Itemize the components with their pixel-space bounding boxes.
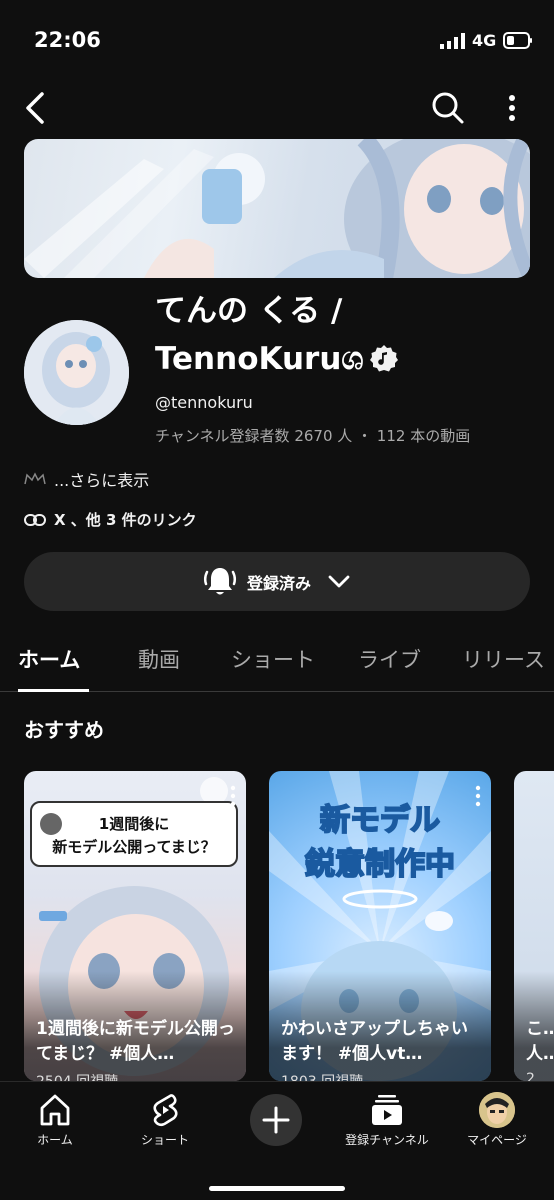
crown-icon xyxy=(24,472,46,485)
banner-artwork xyxy=(24,139,530,278)
short-card[interactable]: 新モデル 鋭意制作中 かわいさアップしちゃいます！ #個人vt… 1803 回視… xyxy=(269,771,491,1081)
music-verified-icon xyxy=(369,344,398,371)
signal-icon xyxy=(440,33,465,49)
user-avatar-image xyxy=(479,1092,515,1128)
more-options-icon[interactable] xyxy=(494,88,530,128)
section-title: おすすめ xyxy=(24,718,104,742)
nav-shorts-label: ショート xyxy=(140,1133,189,1147)
channel-name: てんの くる / TennoKuruශ xyxy=(155,287,515,383)
channel-links[interactable]: X 、他 3 件のリンク xyxy=(24,509,197,530)
short-title: かわいさアップしちゃいます！ #個人vt… xyxy=(281,1019,468,1064)
shorts-icon xyxy=(153,1094,178,1127)
short-overlay-text: 1週間後に 新モデル公開ってまじ？ xyxy=(52,815,216,856)
short-views: 1803 回視聴 xyxy=(281,1071,363,1081)
battery-icon xyxy=(503,32,532,49)
short-title: 1週間後に新モデル公開ってまじ？ #個人… xyxy=(36,1019,235,1064)
avatar-image xyxy=(24,320,129,425)
avatar xyxy=(479,1092,515,1128)
description-text: ...さらに表示 xyxy=(54,471,150,490)
nav-shorts[interactable]: ショート xyxy=(110,1092,220,1148)
active-tab-indicator xyxy=(18,689,89,692)
tab-releases[interactable]: リリース xyxy=(462,644,545,674)
shorts-shelf: 1週間後に 新モデル公開ってまじ？ 1週間後に新モデル公開ってまじ？ #個人… … xyxy=(0,771,554,1081)
nav-subscriptions-label: 登録チャンネル xyxy=(345,1133,429,1147)
status-time: 22:06 xyxy=(34,28,101,52)
tab-videos[interactable]: 動画 xyxy=(138,644,180,674)
subscribed-button[interactable]: 登録済み xyxy=(24,552,530,611)
channel-description[interactable]: ...さらに表示 xyxy=(24,467,149,491)
status-bar: 22:06 4G xyxy=(0,0,554,80)
chevron-down-icon xyxy=(328,575,350,587)
channel-avatar[interactable] xyxy=(24,320,129,425)
home-indicator xyxy=(209,1186,345,1191)
short-views: 2504 回視聴 xyxy=(36,1071,118,1081)
link-icon xyxy=(24,513,46,526)
channel-banner xyxy=(24,139,530,278)
bottom-navigation: ホーム ショート 登録チャンネル マイページ xyxy=(0,1081,554,1200)
back-icon[interactable] xyxy=(18,88,54,128)
home-icon xyxy=(40,1094,70,1126)
speech-bubble: 1週間後に 新モデル公開ってまじ？ xyxy=(30,801,238,867)
nav-mypage[interactable]: マイページ xyxy=(442,1092,552,1148)
nav-mypage-label: マイページ xyxy=(467,1133,527,1147)
more-options-icon[interactable] xyxy=(230,785,236,807)
bell-ringing-icon xyxy=(203,567,237,594)
nav-subscriptions[interactable]: 登録チャンネル xyxy=(332,1092,442,1148)
create-button[interactable] xyxy=(250,1094,302,1146)
network-label: 4G xyxy=(472,31,497,50)
short-title: こ… 人… xyxy=(526,1019,554,1064)
short-card[interactable]: 1週間後に 新モデル公開ってまじ？ 1週間後に新モデル公開ってまじ？ #個人… … xyxy=(24,771,246,1081)
plus-icon xyxy=(262,1106,290,1134)
nav-home[interactable]: ホーム xyxy=(0,1092,110,1148)
channel-stats: チャンネル登録者数 2670 人 ・ 112 本の動画 xyxy=(155,427,471,445)
more-options-icon[interactable] xyxy=(475,785,481,807)
tab-home[interactable]: ホーム xyxy=(18,644,80,674)
subscribed-label: 登録済み xyxy=(246,573,311,593)
channel-tabs: ホーム 動画 ショート ライブ リリース xyxy=(0,636,554,692)
short-card[interactable]: こ… 人… 2… xyxy=(514,771,554,1081)
channel-name-suffix: ශ xyxy=(341,341,364,377)
tab-shorts[interactable]: ショート xyxy=(231,644,315,674)
channel-handle: @tennokuru xyxy=(155,393,253,412)
links-text: X 、他 3 件のリンク xyxy=(54,511,197,529)
top-app-bar xyxy=(0,80,554,136)
subscriptions-icon xyxy=(372,1095,402,1125)
channel-name-text: てんの くる / TennoKuru xyxy=(155,293,343,377)
short-views: 2… xyxy=(526,1071,549,1081)
tab-live[interactable]: ライブ xyxy=(358,644,421,674)
search-icon[interactable] xyxy=(428,88,468,128)
nav-home-label: ホーム xyxy=(37,1133,73,1147)
short-overlay-text: 新モデル 鋭意制作中 xyxy=(304,802,456,883)
